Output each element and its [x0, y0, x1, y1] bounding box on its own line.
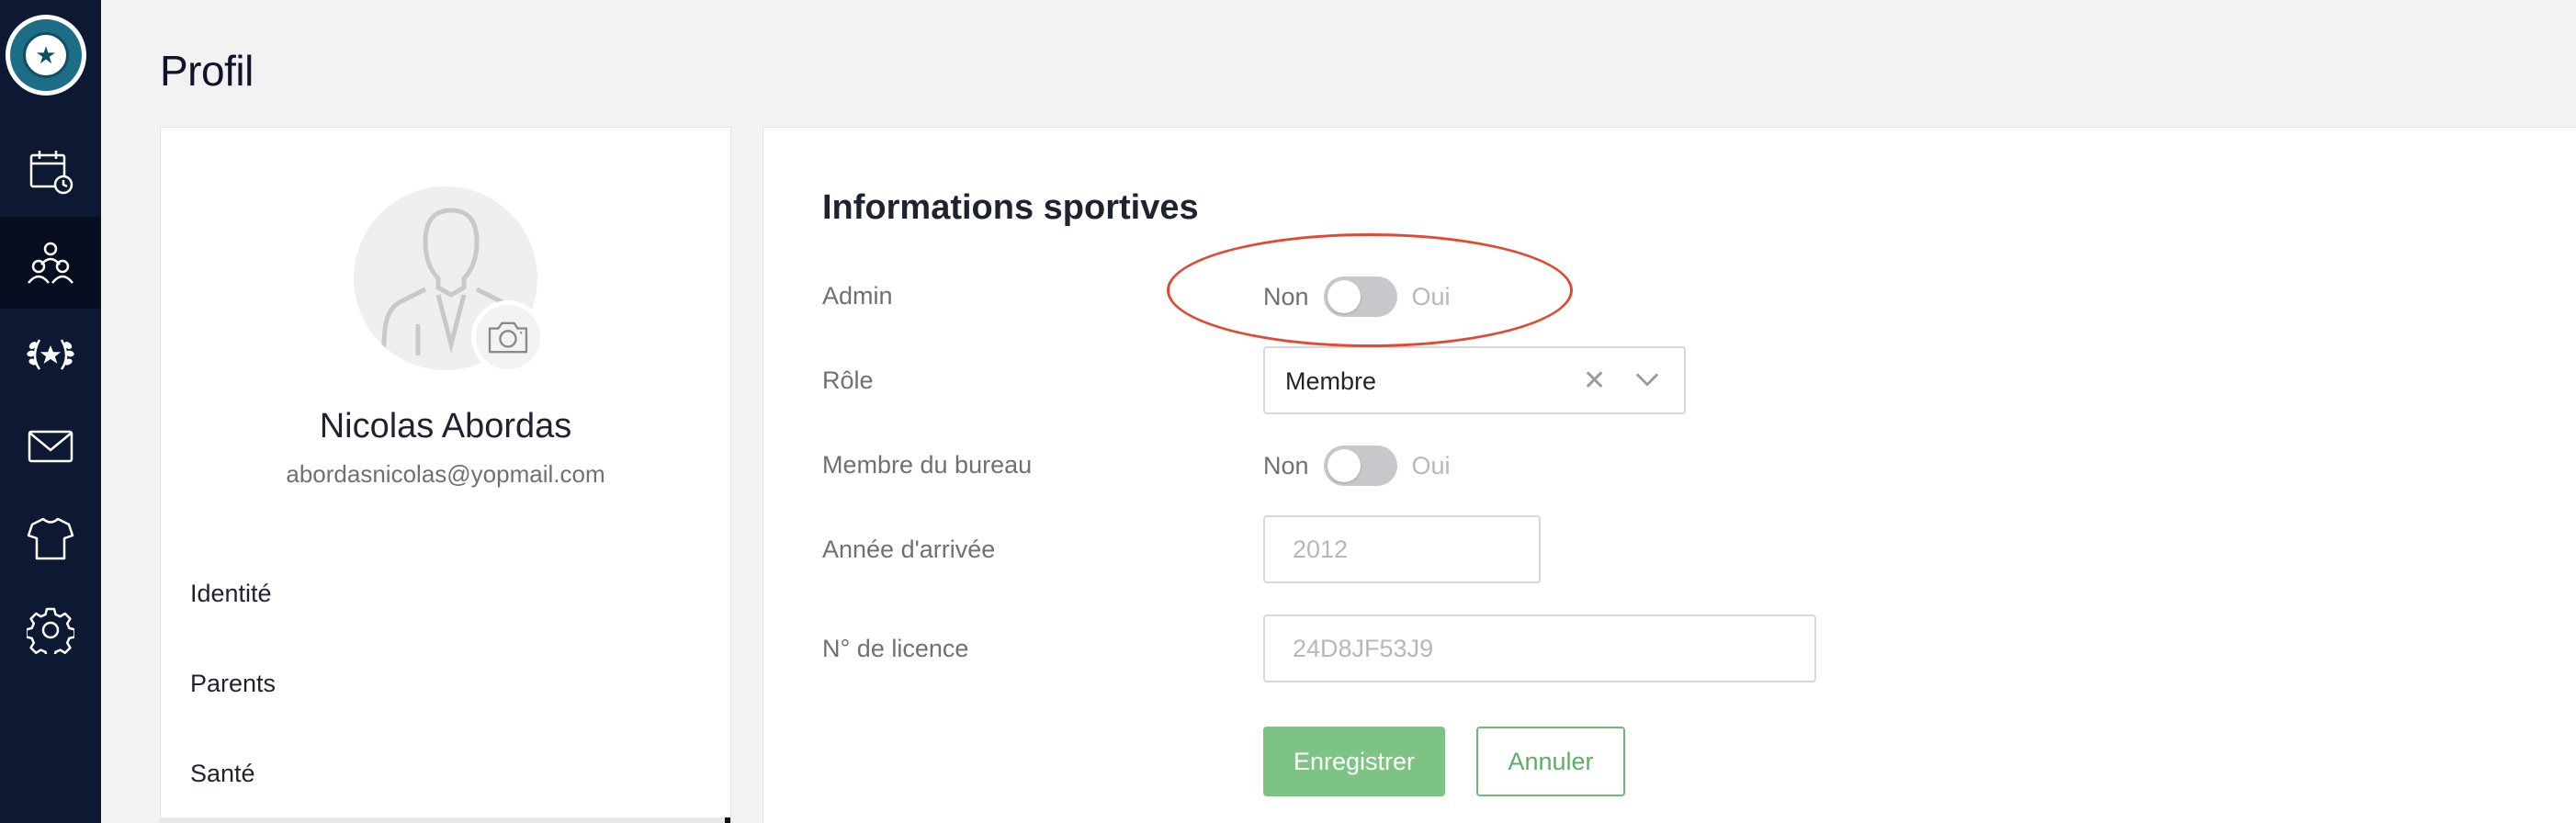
cancel-button[interactable]: Annuler: [1476, 727, 1625, 796]
license-input[interactable]: [1263, 614, 1816, 682]
admin-toggle-row: Non Oui: [1263, 276, 1451, 317]
admin-off-label: Non: [1263, 282, 1309, 310]
toggle-knob: [1327, 280, 1361, 313]
role-select[interactable]: Membre ✕: [1263, 346, 1686, 414]
page-title: Profil: [160, 47, 254, 95]
user-name: Nicolas Abordas: [319, 407, 572, 445]
change-photo-button[interactable]: [471, 300, 545, 374]
license-label: N° de licence: [822, 635, 969, 662]
section-title: Informations sportives: [822, 188, 1199, 227]
profile-menu-sante[interactable]: Santé: [190, 760, 255, 788]
profile-menu-identite[interactable]: Identité: [190, 580, 272, 608]
admin-on-label: Oui: [1411, 282, 1451, 310]
calendar-icon: [29, 151, 73, 195]
user-email: abordasnicolas@yopmail.com: [286, 460, 605, 488]
sidebar-item-members[interactable]: [0, 217, 101, 309]
jersey-icon: [27, 517, 74, 560]
arrival-year-input[interactable]: [1263, 515, 1541, 583]
admin-label: Admin: [822, 282, 893, 310]
active-tab-indicator: [161, 817, 730, 823]
members-icon: [28, 242, 73, 284]
sidebar: ★: [0, 0, 101, 823]
profile-menu-parents[interactable]: Parents: [190, 670, 276, 698]
sidebar-item-settings[interactable]: [0, 584, 101, 676]
sidebar-item-trophies[interactable]: [0, 309, 101, 400]
toggle-knob: [1327, 449, 1361, 482]
role-label: Rôle: [822, 366, 874, 394]
sidebar-item-equipment[interactable]: [0, 492, 101, 584]
sports-info-card: Informations sportives Admin Non Oui Rôl…: [763, 127, 2576, 823]
save-button[interactable]: Enregistrer: [1263, 727, 1445, 796]
arrival-year-label: Année d'arrivée: [822, 536, 996, 563]
gear-icon: [27, 607, 74, 654]
profile-card: Nicolas Abordas abordasnicolas@yopmail.c…: [160, 127, 731, 823]
board-member-toggle[interactable]: [1323, 445, 1397, 486]
star-icon: ★: [23, 32, 69, 78]
board-member-off-label: Non: [1263, 451, 1309, 479]
admin-toggle[interactable]: [1323, 276, 1397, 317]
sidebar-item-calendar[interactable]: [0, 125, 101, 217]
board-member-label: Membre du bureau: [822, 451, 1033, 479]
club-logo[interactable]: ★: [6, 15, 86, 96]
sidebar-item-messages[interactable]: [0, 400, 101, 492]
board-member-on-label: Oui: [1411, 451, 1451, 479]
role-value: Membre: [1285, 367, 1377, 395]
laurel-icon: [27, 339, 74, 370]
mail-icon: [28, 430, 73, 463]
camera-icon: [488, 321, 528, 354]
board-member-toggle-row: Non Oui: [1263, 445, 1451, 486]
clear-icon[interactable]: ✕: [1583, 365, 1606, 397]
chevron-down-icon[interactable]: [1634, 370, 1660, 389]
